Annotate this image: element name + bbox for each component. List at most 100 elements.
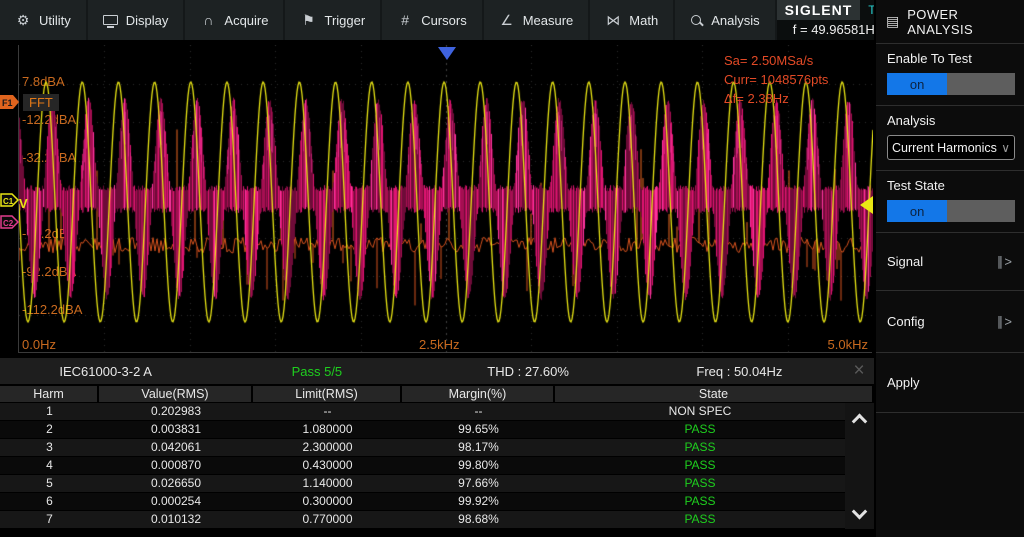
harm-cell: 6 — [0, 493, 99, 510]
menu-item-label: Analysis — [711, 13, 759, 28]
plot-area: 7.8dBA-12.2dBA-32.2dBA-52.2dBA-72.2dBA-9… — [18, 45, 872, 353]
menu-item-analysis[interactable]: Analysis — [675, 0, 776, 40]
frequency-axis-label: 5.0kHz — [828, 337, 868, 352]
limit-cell: 0.300000 — [253, 493, 402, 510]
column-header: State — [555, 386, 874, 402]
table-row: 60.0002540.30000099.92%PASS — [0, 493, 845, 511]
power-analysis-panel: ▤ POWER ANALYSIS Enable To Test on Analy… — [874, 0, 1024, 537]
menu-item-label: Trigger — [324, 13, 365, 28]
gear-icon: ⚙ — [15, 12, 31, 29]
state-cell: PASS — [555, 457, 845, 474]
table-row: 70.0101320.77000098.68%PASS — [0, 511, 845, 529]
scroll-up-button[interactable] — [845, 403, 874, 433]
signal-label: Signal — [887, 254, 997, 269]
toggle-off-half — [947, 200, 1015, 222]
results-title-strip: IEC61000-3-2 A Pass 5/5 THD : 27.60% Fre… — [0, 358, 874, 384]
menu-item-display[interactable]: Display — [88, 0, 186, 40]
menu-item-cursors[interactable]: #Cursors — [382, 0, 484, 40]
harm-cell: 4 — [0, 457, 99, 474]
analysis-icon — [690, 14, 703, 27]
config-menu-item[interactable]: Config ∥> — [876, 291, 1024, 353]
column-header: Limit(RMS) — [253, 386, 402, 402]
svg-text:C1: C1 — [3, 197, 14, 206]
state-cell: PASS — [555, 421, 845, 438]
harm-cell: 2 — [0, 421, 99, 438]
frequency-axis-label: 0.0Hz — [22, 337, 56, 352]
menu-item-label: Math — [629, 13, 658, 28]
submenu-arrow-icon: ∥> — [997, 314, 1013, 330]
state-cell: PASS — [555, 511, 845, 528]
table-row: 50.0266501.14000097.66%PASS — [0, 475, 845, 493]
column-header: Margin(%) — [402, 386, 555, 402]
apply-label: Apply — [887, 375, 1013, 390]
analysis-dropdown[interactable]: Current Harmonics ∨ — [887, 135, 1015, 160]
signal-menu-item[interactable]: Signal ∥> — [876, 233, 1024, 291]
state-cell: PASS — [555, 475, 845, 492]
toggle-off-half — [947, 73, 1015, 95]
table-scrollbar[interactable] — [845, 403, 874, 529]
trigger-position-marker[interactable] — [438, 47, 456, 60]
margin-cell: 99.65% — [402, 421, 555, 438]
state-cell: NON SPEC — [555, 403, 845, 420]
state-cell: PASS — [555, 493, 845, 510]
analysis-section: Analysis Current Harmonics ∨ — [876, 106, 1024, 171]
toggle-on-label: on — [887, 73, 947, 95]
test-state-toggle[interactable]: on — [887, 200, 1015, 222]
table-row: 10.202983----NON SPEC — [0, 403, 845, 421]
chevron-down-icon: ∨ — [1001, 141, 1010, 155]
harm-cell: 1 — [0, 403, 99, 420]
analysis-selected-value: Current Harmonics — [892, 141, 1001, 155]
svg-text:C2: C2 — [3, 219, 14, 228]
standard-name: IEC61000-3-2 A — [0, 364, 211, 379]
analysis-label: Analysis — [887, 112, 1013, 130]
margin-cell: -- — [402, 403, 555, 420]
flag-icon: ⚑ — [300, 12, 316, 29]
value-cell: 0.202983 — [99, 403, 253, 420]
fft-channel-marker[interactable]: F1 — [0, 95, 20, 110]
margin-cell: 98.17% — [402, 439, 555, 456]
chevron-up-icon — [852, 413, 868, 429]
menu-item-label: Measure — [523, 13, 574, 28]
margin-cell: 97.66% — [402, 475, 555, 492]
menu-item-label: Display — [126, 13, 169, 28]
menu-item-label: Utility — [39, 13, 71, 28]
measure-icon: ∠ — [499, 12, 515, 29]
enable-to-test-label: Enable To Test — [887, 50, 1013, 68]
limit-cell: -- — [253, 403, 402, 420]
apply-button[interactable]: Apply — [876, 353, 1024, 413]
harm-cell: 5 — [0, 475, 99, 492]
value-cell: 0.026650 — [99, 475, 253, 492]
menu-item-label: Cursors — [421, 13, 467, 28]
table-row: 40.0008700.43000099.80%PASS — [0, 457, 845, 475]
menu-item-math[interactable]: ⋈ Math — [590, 0, 675, 40]
math-icon: ⋈ — [605, 12, 621, 29]
oscilloscope-screen: ⚙UtilityDisplay∩Acquire⚑Trigger#Cursors∠… — [0, 0, 1024, 537]
panel-header: ▤ POWER ANALYSIS — [876, 0, 1024, 44]
value-cell: 0.000870 — [99, 457, 253, 474]
acquisition-info-line: Curr= 1048576pts — [724, 70, 864, 89]
menu-item-measure[interactable]: ∠ Measure — [484, 0, 591, 40]
c1-channel-marker[interactable]: C1 — [0, 193, 20, 208]
menu-item-utility[interactable]: ⚙ Utility — [0, 0, 88, 40]
c2-channel-marker[interactable]: C2 — [0, 215, 20, 230]
c1-unit-label: V — [19, 196, 28, 211]
value-cell: 0.000254 — [99, 493, 253, 510]
table-row: 20.0038311.08000099.65%PASS — [0, 421, 845, 439]
menu-item-trigger[interactable]: ⚑ Trigger — [285, 0, 382, 40]
enable-to-test-toggle[interactable]: on — [887, 73, 1015, 95]
scroll-down-button[interactable] — [845, 499, 874, 529]
close-icon[interactable]: × — [846, 359, 872, 383]
toggle-on-label: on — [887, 200, 947, 222]
chevron-down-icon — [852, 503, 868, 519]
trigger-level-marker[interactable] — [860, 196, 873, 214]
acquisition-info-line: Sa= 2.50MSa/s — [724, 51, 864, 70]
test-state-label: Test State — [887, 177, 1013, 195]
frequency-axis-label: 2.5kHz — [419, 337, 459, 352]
acquisition-info-line: Δf= 2.38Hz — [724, 89, 864, 108]
menu-item-acquire[interactable]: ∩Acquire — [185, 0, 285, 40]
enable-to-test-section: Enable To Test on — [876, 44, 1024, 106]
fft-trace-label: FFT — [23, 94, 59, 111]
menu: ⚙UtilityDisplay∩Acquire⚑Trigger#Cursors∠… — [0, 0, 777, 40]
margin-cell: 98.68% — [402, 511, 555, 528]
pass-summary: Pass 5/5 — [211, 364, 422, 379]
